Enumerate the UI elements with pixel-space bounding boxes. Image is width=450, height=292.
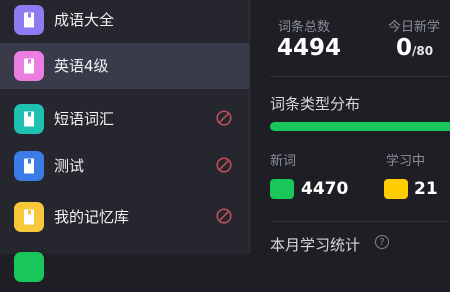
disabled-icon [216, 110, 232, 126]
deck-sidebar: 成语大全 英语4级 短语词汇 测试 我的记忆库 [0, 0, 249, 282]
total-entries-label: 词条总数 [278, 20, 331, 35]
today-new-label: 今日新学 [388, 20, 441, 35]
new-words-swatch [270, 179, 294, 199]
book-icon [14, 104, 44, 134]
today-new-value: 0/80 [396, 35, 434, 61]
sidebar-item-my-memory-bank[interactable]: 我的记忆库 [0, 194, 249, 240]
sidebar-item-partial[interactable] [0, 246, 249, 292]
sidebar-item-phrases[interactable]: 短语词汇 [0, 96, 249, 142]
monthly-stats-title: 本月学习统计 [270, 236, 361, 254]
type-distribution-bar [270, 122, 450, 131]
book-icon [14, 252, 44, 282]
sidebar-item-label: 英语4级 [54, 57, 109, 75]
sidebar-item-test[interactable]: 测试 [0, 143, 249, 189]
learning-label: 学习中 [386, 154, 426, 169]
disabled-icon [216, 157, 232, 173]
divider [270, 76, 450, 77]
help-icon[interactable]: ? [375, 235, 389, 249]
book-icon [14, 51, 44, 81]
sidebar-item-label: 测试 [54, 157, 85, 175]
sidebar-item-label: 短语词汇 [54, 110, 115, 128]
book-icon [14, 5, 44, 35]
learning-swatch [384, 179, 408, 199]
book-icon [14, 151, 44, 181]
new-words-count: 4470 [301, 179, 349, 199]
disabled-icon [216, 208, 232, 224]
learning-count: 21 [414, 179, 438, 199]
book-icon [14, 202, 44, 232]
new-words-label: 新词 [270, 154, 297, 169]
sidebar-divider [249, 0, 250, 254]
type-distribution-title: 词条类型分布 [270, 95, 361, 113]
sidebar-item-idioms[interactable]: 成语大全 [0, 0, 249, 43]
today-new-limit: /80 [412, 44, 434, 58]
sidebar-item-label: 我的记忆库 [54, 208, 130, 226]
sidebar-item-english-cet4[interactable]: 英语4级 [0, 43, 249, 89]
total-entries-value: 4494 [277, 35, 342, 61]
sidebar-item-label: 成语大全 [54, 11, 115, 29]
divider [270, 221, 450, 222]
